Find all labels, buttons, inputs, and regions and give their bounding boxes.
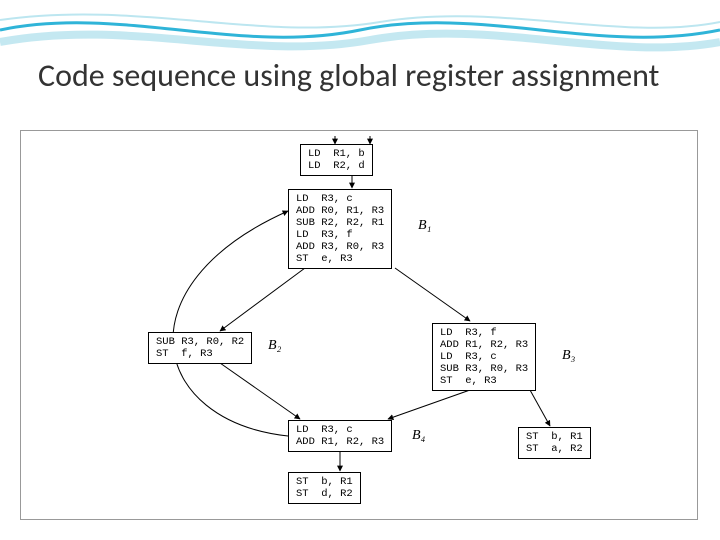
label-b4: B₄ (412, 428, 425, 444)
block-b2: SUB R3, R0, R2 ST f, R3 (148, 332, 252, 364)
block-b3x: ST b, R1 ST a, R2 (518, 427, 591, 459)
block-b3: LD R3, f ADD R1, R2, R3 LD R3, c SUB R3,… (432, 323, 536, 391)
slide-title: Code sequence using global register assi… (38, 58, 659, 93)
label-b3: B₃ (562, 348, 575, 364)
block-exit: ST b, R1 ST d, R2 (288, 472, 361, 504)
flow-diagram: LD R1, b LD R2, d LD R3, c ADD R0, R1, R… (130, 136, 650, 536)
label-b1: B₁ (418, 218, 431, 234)
label-b2: B₂ (268, 338, 281, 354)
block-entry: LD R1, b LD R2, d (300, 144, 373, 176)
block-b4: LD R3, c ADD R1, R2, R3 (288, 420, 392, 452)
block-b1: LD R3, c ADD R0, R1, R3 SUB R2, R2, R1 L… (288, 189, 392, 269)
